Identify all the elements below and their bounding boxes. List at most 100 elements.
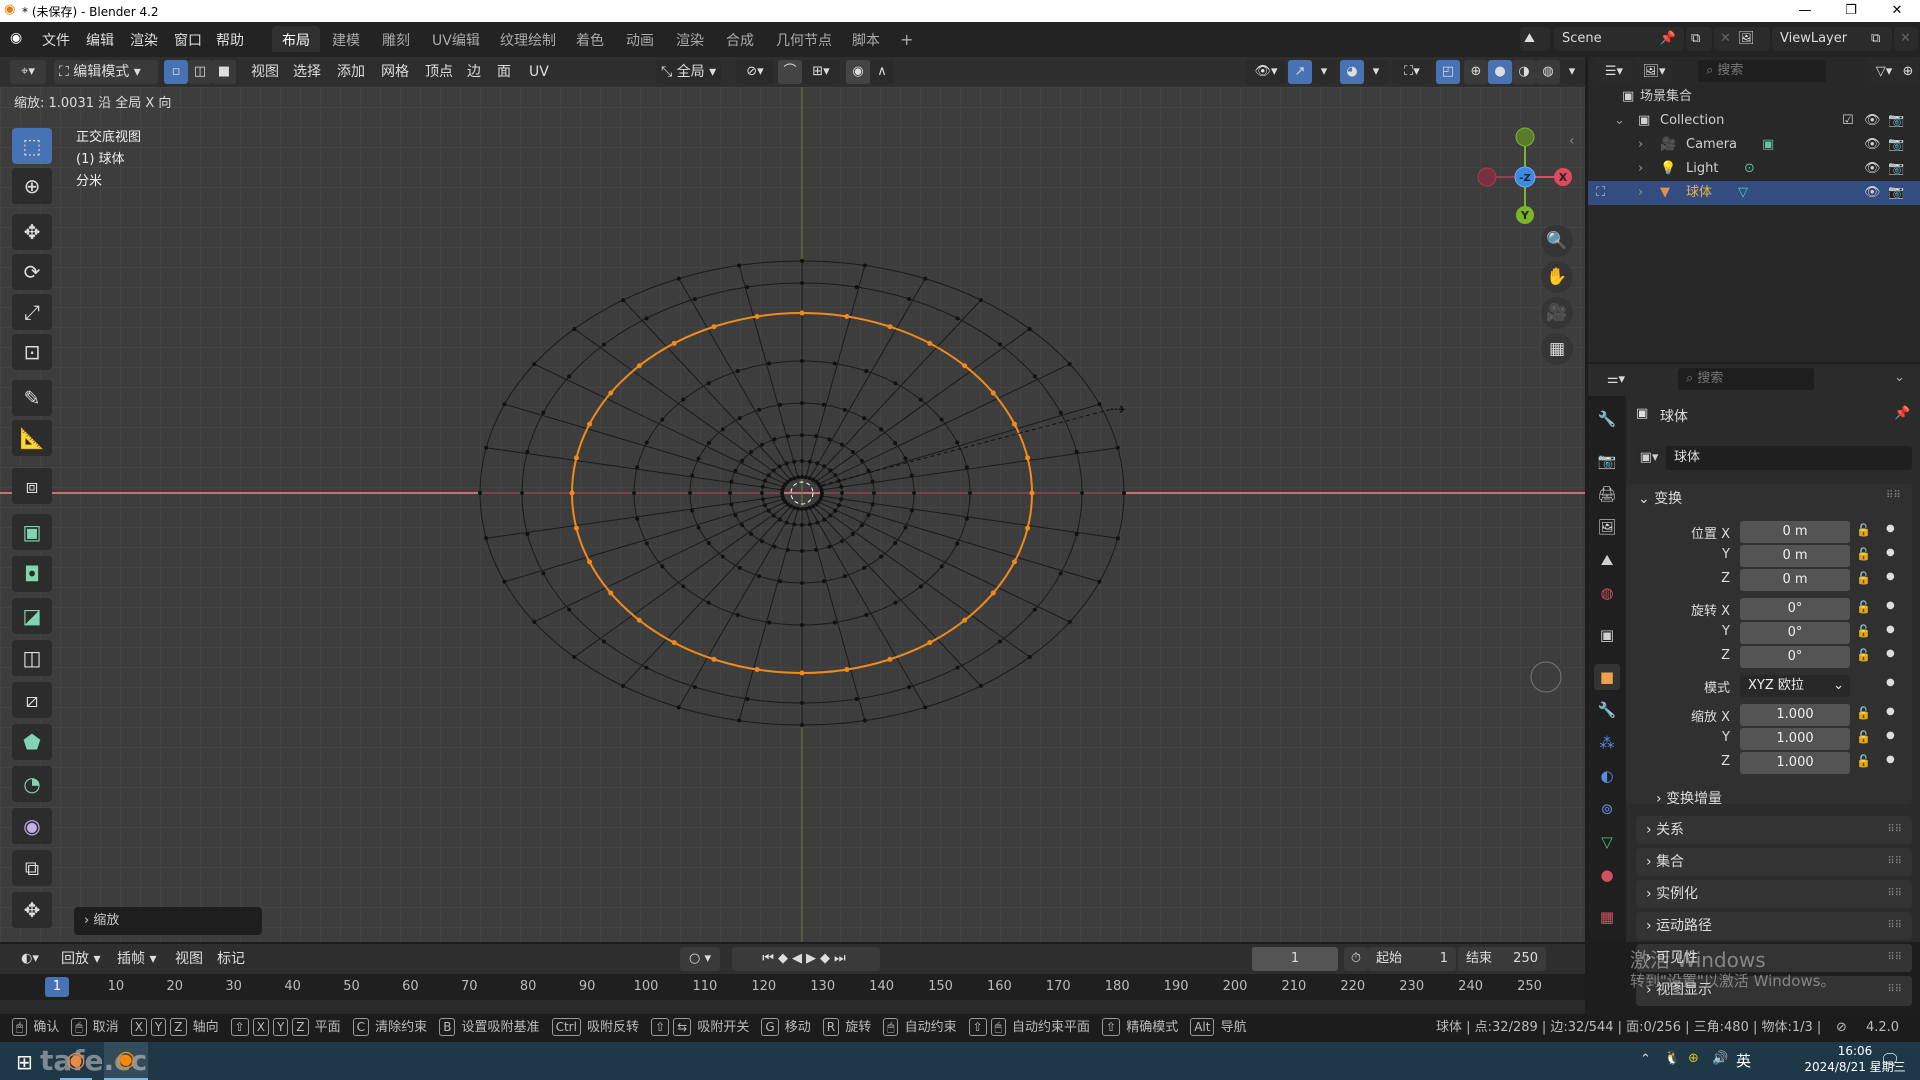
world-properties-tab[interactable]: ◍: [1594, 580, 1620, 606]
keyframe-dot-icon[interactable]: ●: [1886, 706, 1895, 717]
sidebar-toggle-icon[interactable]: ‹: [1569, 133, 1575, 149]
workspace-tab-geometry-nodes[interactable]: 几何节点: [766, 26, 842, 52]
drag-handle-icon[interactable]: ⠿⠿: [1887, 976, 1902, 1004]
eye-icon[interactable]: 👁: [1864, 181, 1881, 205]
workspace-tab-texture-paint[interactable]: 纹理绘制: [490, 26, 566, 52]
app-tray-icon[interactable]: ⊕: [1688, 1051, 1699, 1066]
properties-editor-type-icon[interactable]: ⚌▾: [1598, 368, 1634, 392]
camera-data-icon[interactable]: ▣: [1762, 133, 1774, 157]
location-z-field[interactable]: 0 m: [1740, 569, 1850, 591]
outliner-search-input[interactable]: ⌕ 搜索: [1698, 60, 1826, 82]
qq-tray-icon[interactable]: 🐧: [1664, 1051, 1680, 1066]
jump-end-icon[interactable]: ⏭: [834, 951, 850, 966]
notification-icon[interactable]: 🗨: [1880, 1050, 1900, 1069]
workspace-tab-compositing[interactable]: 合成: [716, 26, 764, 52]
editor-type-icon[interactable]: ⌖▾: [10, 60, 46, 84]
transform-tool[interactable]: ⊡: [12, 334, 52, 370]
gizmo-dropdown[interactable]: ▾: [1312, 60, 1336, 84]
workspace-tab-shading[interactable]: 着色: [566, 26, 614, 52]
lock-icon[interactable]: 🔓: [1856, 754, 1871, 768]
menu-playback[interactable]: 回放 ▾: [56, 947, 105, 971]
outliner-row-light[interactable]: › 💡 Light ⊙ 👁 📷: [1588, 157, 1920, 181]
properties-search-input[interactable]: ⌕ 搜索: [1678, 368, 1814, 390]
mode-selector[interactable]: ⛶ 编辑模式 ▾: [54, 60, 158, 84]
chevron-right-icon[interactable]: ›: [1638, 133, 1643, 157]
render-properties-tab[interactable]: 📷: [1594, 448, 1620, 474]
workspace-tab-layout[interactable]: 布局: [272, 26, 320, 52]
new-view-layer-icon[interactable]: ⧉: [1866, 27, 1892, 51]
options-dropdown[interactable]: ⌄: [1894, 370, 1905, 385]
keyframe-dot-icon[interactable]: ●: [1886, 547, 1895, 558]
timeline-editor-type-icon[interactable]: ◐▾: [12, 947, 48, 971]
scene-properties-tab[interactable]: ⛰: [1594, 547, 1620, 573]
knife-tool[interactable]: ⧄: [12, 682, 52, 718]
display-mode-icon[interactable]: 🖼▾: [1636, 60, 1672, 84]
scale-x-field[interactable]: 1.000: [1740, 704, 1850, 726]
physics-properties-tab[interactable]: ◐: [1594, 763, 1620, 789]
keyframe-dot-icon[interactable]: ●: [1886, 754, 1895, 765]
start-frame-field[interactable]: 起始 1: [1368, 947, 1456, 971]
blender-menu-icon[interactable]: ◉: [10, 30, 22, 46]
visibility-selector-icon[interactable]: 👁▾: [1246, 60, 1286, 84]
keyframe-dot-icon[interactable]: ●: [1886, 571, 1895, 582]
playhead-marker[interactable]: 1: [45, 977, 69, 997]
vertex-select-button[interactable]: ▫: [164, 60, 188, 84]
bevel-tool[interactable]: ◪: [12, 598, 52, 634]
measure-tool[interactable]: 📐: [12, 420, 52, 456]
pin-icon[interactable]: 📌: [1894, 406, 1910, 421]
relations-panel[interactable]: › 关系 ⠿⠿: [1636, 816, 1912, 844]
poly-build-tool[interactable]: ⬟: [12, 724, 52, 760]
spin-tool[interactable]: ◔: [12, 766, 52, 802]
filter-icon[interactable]: ▽▾: [1868, 60, 1900, 84]
tool-properties-tab[interactable]: 🔧: [1594, 406, 1620, 432]
chrome-taskbar-icon[interactable]: ◉: [60, 1048, 92, 1080]
output-properties-tab[interactable]: 🖨: [1594, 481, 1620, 507]
overlay-dropdown[interactable]: ▾: [1364, 60, 1388, 84]
drag-handle-icon[interactable]: ⠿⠿: [1887, 816, 1902, 844]
keyframe-dot-icon[interactable]: ●: [1886, 523, 1895, 534]
move-tool[interactable]: ✥: [12, 214, 52, 250]
menu-help[interactable]: 帮助: [216, 30, 244, 50]
workspace-tab-animation[interactable]: 动画: [616, 26, 664, 52]
keyframe-dot-icon[interactable]: ●: [1886, 730, 1895, 741]
keyframe-dot-icon[interactable]: ●: [1886, 624, 1895, 635]
location-y-field[interactable]: 0 m: [1740, 545, 1850, 567]
view-layer-properties-tab[interactable]: 🖼: [1594, 514, 1620, 540]
drag-handle-icon[interactable]: ⠿⠿: [1886, 490, 1901, 501]
instancing-panel[interactable]: › 实例化 ⠿⠿: [1636, 880, 1912, 908]
eye-icon[interactable]: 👁: [1864, 157, 1881, 181]
mesh-data-icon[interactable]: ▽: [1738, 181, 1748, 205]
end-frame-field[interactable]: 结束 250: [1458, 947, 1546, 971]
3d-viewport[interactable]: ⇢: [0, 87, 1585, 942]
workspace-tab-modeling[interactable]: 建模: [322, 26, 370, 52]
play-icon[interactable]: ▶: [806, 951, 820, 966]
chevron-right-icon[interactable]: ›: [1638, 157, 1643, 181]
drag-handle-icon[interactable]: ⠿⠿: [1887, 944, 1902, 972]
menu-edge[interactable]: 边: [462, 60, 486, 84]
keyframe-dot-icon[interactable]: ●: [1886, 600, 1895, 611]
timeline-scrollbar[interactable]: [0, 1000, 1585, 1014]
solid-shading-icon[interactable]: ●: [1488, 60, 1512, 84]
data-properties-tab[interactable]: ▽: [1594, 829, 1620, 855]
rendered-shading-icon[interactable]: ◍: [1536, 60, 1560, 84]
add-cube-tool[interactable]: ⧈: [12, 468, 52, 504]
pan-view-button[interactable]: ✋: [1541, 261, 1573, 293]
keyframe-dot-icon[interactable]: ●: [1886, 648, 1895, 659]
volume-icon[interactable]: 🔊: [1712, 1051, 1728, 1066]
add-workspace-button[interactable]: +: [890, 26, 923, 52]
scene-name-field[interactable]: Scene 📌: [1554, 27, 1684, 51]
face-select-button[interactable]: ■: [212, 60, 236, 84]
lock-icon[interactable]: 🔓: [1856, 600, 1871, 614]
outliner-editor-type-icon[interactable]: ☰▾: [1596, 60, 1632, 84]
camera-render-icon[interactable]: 📷: [1888, 181, 1904, 205]
last-operator-panel[interactable]: › 缩放: [74, 907, 262, 935]
scene-selector-icon[interactable]: ⛰: [1520, 27, 1550, 51]
menu-marker[interactable]: 标记: [212, 947, 250, 971]
scale-y-field[interactable]: 1.000: [1740, 728, 1850, 750]
motion-paths-panel[interactable]: › 运动路径 ⠿⠿: [1636, 912, 1912, 940]
object-properties-tab[interactable]: ■: [1594, 664, 1620, 690]
annotate-tool[interactable]: ✎: [12, 380, 52, 416]
new-scene-icon[interactable]: ⧉: [1686, 27, 1712, 51]
menu-mesh[interactable]: 网格: [376, 60, 414, 84]
workspace-tab-uv-editing[interactable]: UV编辑: [422, 26, 490, 52]
